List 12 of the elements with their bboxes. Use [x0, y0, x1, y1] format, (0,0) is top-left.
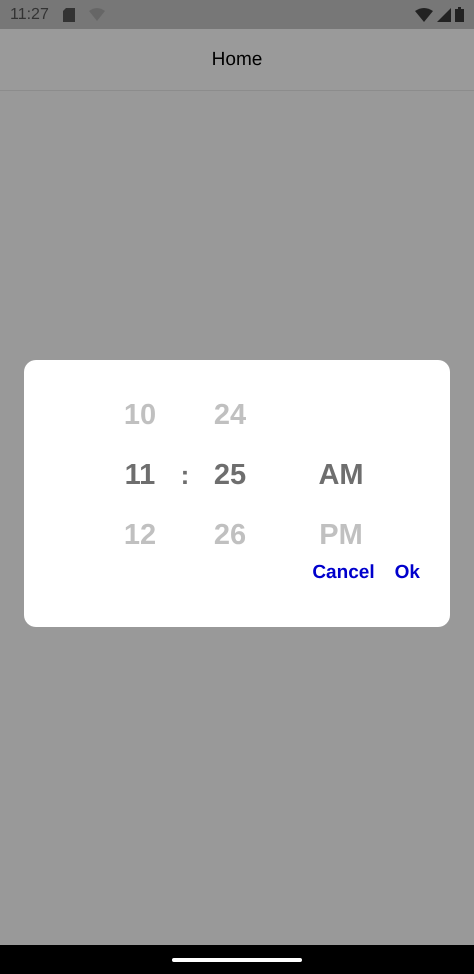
wheel-item[interactable]: AM [301, 445, 381, 505]
home-indicator[interactable] [172, 958, 302, 962]
clock-time: 11:27 [10, 6, 49, 24]
signal-icon [437, 8, 451, 22]
time-separator: : [180, 458, 190, 492]
wheel-item[interactable]: 11 [110, 445, 170, 505]
dialog-button[interactable]: Ok [386, 556, 428, 590]
battery-icon [455, 7, 464, 22]
wheel-item[interactable]: 25 [200, 445, 260, 505]
screen-title: Home [212, 48, 262, 70]
wifi-icon [415, 8, 433, 22]
sd-card-icon [62, 8, 75, 22]
